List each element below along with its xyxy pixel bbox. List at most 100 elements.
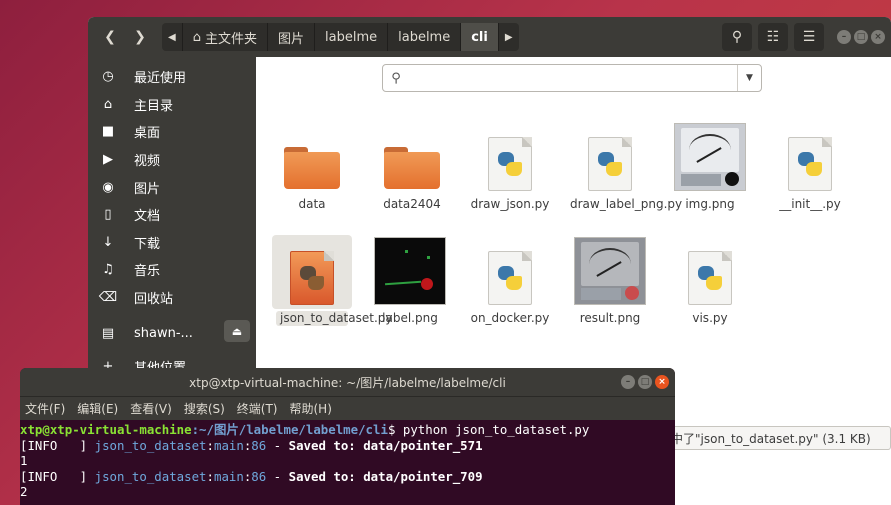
- log-line-number: 86: [251, 468, 267, 484]
- file-item-python-selected[interactable]: json_to_dataset.py: [264, 235, 392, 326]
- log-message: Saved to: data/pointer_709: [288, 468, 483, 484]
- breadcrumb-labelme-2[interactable]: labelme: [388, 23, 462, 51]
- triangle-left-icon: ◀: [168, 31, 176, 43]
- breadcrumb-labelme-1[interactable]: labelme: [315, 23, 389, 51]
- breadcrumb-scroll-left[interactable]: ◀: [162, 23, 183, 51]
- file-item-image[interactable]: label.png: [362, 229, 458, 326]
- home-icon: ⌂: [103, 96, 113, 112]
- hamburger-icon: ☰: [802, 29, 816, 45]
- sidebar-item-recent[interactable]: ◷ 最近使用: [88, 63, 256, 91]
- sidebar-item-label: 最近使用: [134, 71, 187, 87]
- python-file-icon: [272, 235, 352, 309]
- search-icon: ⚲: [731, 29, 743, 45]
- sidebar-item-videos[interactable]: ▶ 视频: [88, 146, 256, 174]
- file-name: data: [298, 197, 326, 211]
- trash-icon: ⌫: [98, 290, 118, 306]
- file-item-folder[interactable]: data2404: [364, 125, 460, 212]
- terminal-output[interactable]: xtp@xtp-virtual-machine:~/图片/labelme/lab…: [20, 420, 675, 500]
- sidebar-item-downloads[interactable]: ↓ 下载: [88, 229, 256, 257]
- file-item-python[interactable]: __init__.py: [762, 125, 858, 212]
- file-item-image[interactable]: result.png: [562, 229, 658, 326]
- sidebar-item-documents[interactable]: ▯ 文档: [88, 201, 256, 229]
- window-controls: – □ ×: [834, 30, 885, 44]
- sidebar-item-home[interactable]: ⌂ 主目录: [88, 91, 256, 119]
- sidebar-item-label: 下载: [134, 236, 161, 252]
- menu-edit[interactable]: 编辑(E): [77, 400, 118, 417]
- file-name: on_docker.py: [470, 311, 550, 325]
- prompt-user: xtp@xtp-virtual-machine: [20, 422, 192, 437]
- file-name: img.png: [685, 197, 735, 211]
- sidebar-item-trash[interactable]: ⌫ 回收站: [88, 284, 256, 312]
- terminal-line-output: 2: [20, 484, 28, 499]
- minimize-button[interactable]: –: [837, 30, 851, 44]
- breadcrumb-label: labelme: [325, 29, 378, 45]
- eject-button[interactable]: ⏏: [224, 320, 250, 343]
- sidebar-item-label: 主目录: [134, 98, 174, 114]
- breadcrumb-cli[interactable]: cli: [461, 23, 499, 51]
- file-item-python[interactable]: on_docker.py: [462, 239, 558, 326]
- sidebar-item-music[interactable]: ♫ 音乐: [88, 256, 256, 284]
- maximize-button[interactable]: □: [854, 30, 868, 44]
- sidebar-item-label: 图片: [134, 181, 161, 197]
- log-module: json_to_dataset: [94, 437, 207, 453]
- file-item-python[interactable]: vis.py: [662, 239, 758, 326]
- back-button[interactable]: ❮: [96, 23, 124, 51]
- forward-button[interactable]: ❯: [126, 23, 154, 51]
- file-item-python[interactable]: draw_label_png.py: [562, 125, 683, 212]
- log-line-number: 86: [251, 437, 267, 453]
- close-button[interactable]: ×: [871, 30, 885, 44]
- menu-view[interactable]: 查看(V): [130, 400, 172, 417]
- sidebar-item-desktop[interactable]: ■ 桌面: [88, 118, 256, 146]
- image-thumbnail: [374, 229, 446, 305]
- terminal-window: xtp@xtp-virtual-machine: ~/图片/labelme/la…: [20, 368, 675, 505]
- image-thumbnail: [574, 229, 646, 305]
- close-button[interactable]: ×: [655, 375, 669, 389]
- sidebar-item-label: 文档: [134, 209, 161, 225]
- breadcrumb-pictures[interactable]: 图片: [268, 23, 315, 51]
- file-name: draw_label_png.py: [570, 197, 683, 211]
- sidebar-item-label: shawn-...: [134, 325, 193, 341]
- maximize-button[interactable]: □: [638, 375, 652, 389]
- folder-icon: [276, 125, 348, 191]
- breadcrumb-scroll-right[interactable]: ▶: [499, 23, 519, 51]
- python-file-icon: [674, 239, 746, 305]
- menu-terminal[interactable]: 终端(T): [237, 400, 278, 417]
- file-item-python[interactable]: draw_json.py: [462, 125, 558, 212]
- log-func: main: [213, 437, 244, 453]
- search-options-dropdown[interactable]: ▼: [737, 65, 761, 91]
- chevron-left-icon: ❮: [104, 29, 116, 45]
- recent-icon: ◷: [102, 69, 114, 85]
- file-name: result.png: [579, 311, 641, 325]
- menu-file[interactable]: 文件(F): [25, 400, 65, 417]
- menu-search[interactable]: 搜索(S): [184, 400, 225, 417]
- image-thumbnail: [674, 115, 746, 191]
- chevron-down-icon: ▼: [746, 73, 753, 83]
- file-item-folder[interactable]: data: [264, 125, 360, 212]
- file-item-image[interactable]: img.png: [662, 115, 758, 212]
- document-icon: ▯: [104, 207, 112, 223]
- search-input[interactable]: ⚲ ▼: [382, 64, 762, 92]
- python-file-icon: [574, 125, 646, 191]
- menu-button[interactable]: ☰: [794, 23, 824, 51]
- breadcrumb-label: cli: [471, 29, 488, 45]
- minimize-button[interactable]: –: [621, 375, 635, 389]
- breadcrumb-label: 主文件夹: [204, 31, 257, 47]
- file-name: label.png: [382, 311, 438, 325]
- menu-help[interactable]: 帮助(H): [290, 400, 332, 417]
- file-name: data2404: [383, 197, 441, 211]
- eject-icon: ⏏: [231, 324, 243, 338]
- terminal-line-log: [INFO ] json_to_dataset:main:86 - Saved …: [20, 437, 483, 453]
- search-button[interactable]: ⚲: [722, 23, 752, 51]
- breadcrumb-home[interactable]: ⌂ 主文件夹: [183, 23, 268, 51]
- breadcrumb-label: 图片: [277, 31, 304, 47]
- header-actions: ⚲ ☷ ☰ – □ ×: [716, 23, 885, 51]
- sidebar-item-pictures[interactable]: ◉ 图片: [88, 173, 256, 201]
- terminal-line-log: [INFO ] json_to_dataset:main:86 - Saved …: [20, 468, 483, 484]
- python-file-icon: [474, 239, 546, 305]
- breadcrumb-label: labelme: [398, 29, 451, 45]
- music-icon: ♫: [102, 262, 114, 278]
- triangle-right-icon: ▶: [504, 31, 513, 43]
- view-toggle-button[interactable]: ☷: [758, 23, 788, 51]
- sidebar-item-drive[interactable]: ▤ shawn-... ⏏: [88, 319, 256, 347]
- sidebar-item-label: 回收站: [134, 292, 174, 308]
